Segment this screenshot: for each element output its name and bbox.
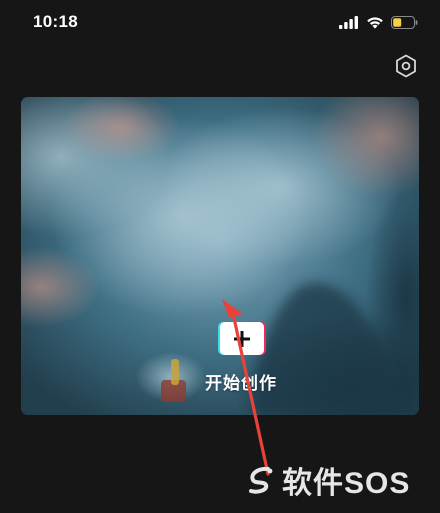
smoke-background-image — [21, 97, 419, 415]
status-bar: 10:18 — [0, 0, 440, 46]
watermark-text: 软件SOS — [282, 467, 411, 500]
watermark: 软件SOS — [246, 460, 410, 500]
battery-icon — [391, 15, 418, 29]
settings-button[interactable] — [394, 54, 418, 78]
plus-icon — [234, 330, 250, 347]
app-screen: 10:18 开始创作 软件SOS — [0, 0, 440, 513]
status-icons — [339, 13, 418, 31]
wifi-icon — [367, 16, 383, 29]
create-label[interactable]: 开始创作 — [181, 369, 301, 394]
status-time: 10:18 — [33, 12, 78, 31]
create-button[interactable] — [220, 322, 264, 355]
cellular-signal-icon — [339, 15, 358, 29]
gear-hexagon-icon — [396, 54, 416, 78]
create-card[interactable]: 开始创作 — [21, 97, 419, 415]
watermark-logo-icon — [249, 466, 273, 494]
